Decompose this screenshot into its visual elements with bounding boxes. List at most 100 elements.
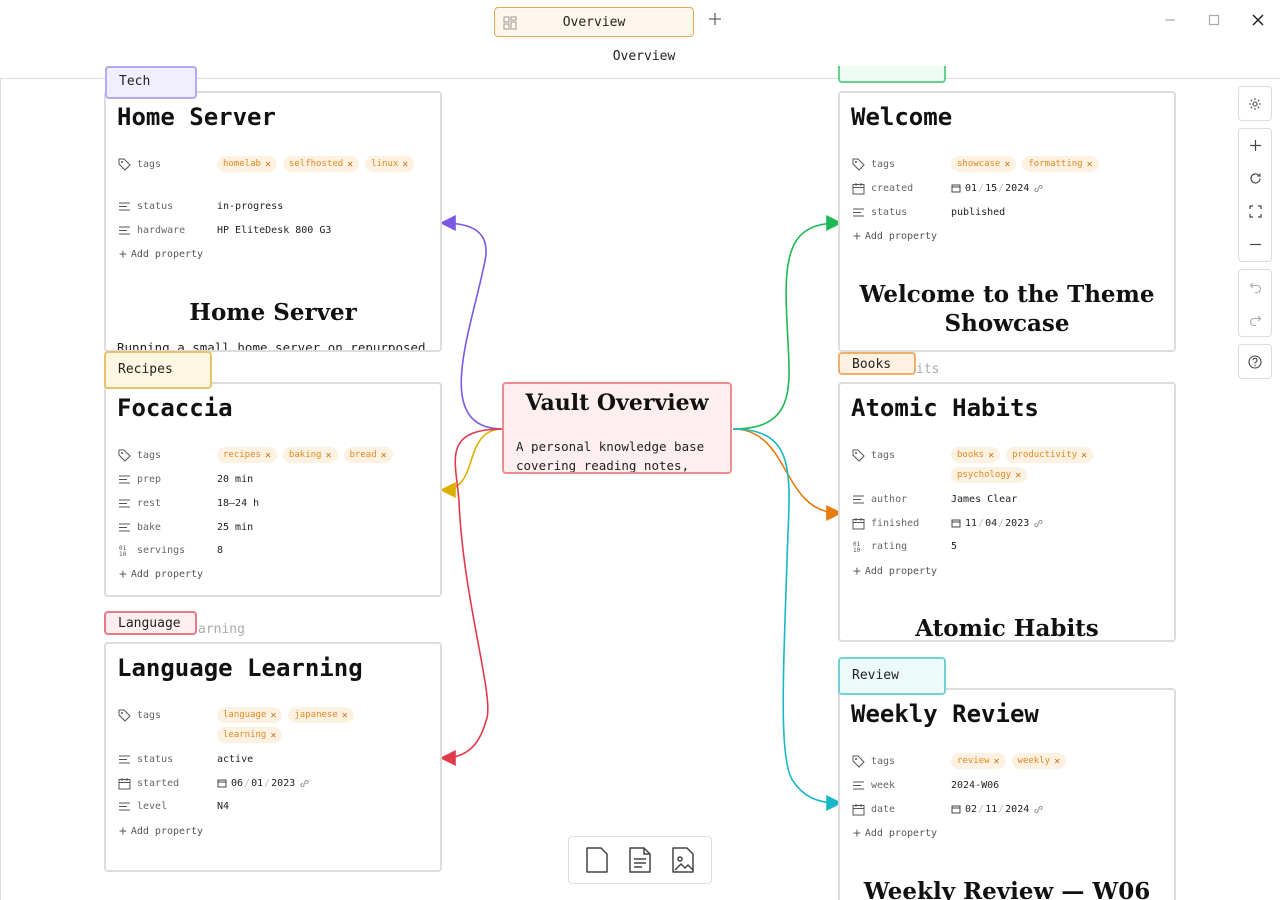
remove-tag-icon[interactable]: ✕ bbox=[265, 159, 271, 170]
card-vault-overview[interactable]: Vault Overview A personal knowledge base… bbox=[502, 382, 732, 474]
tag-chip[interactable]: showcase ✕ bbox=[951, 156, 1017, 172]
prop-value[interactable]: in-progress bbox=[217, 201, 283, 212]
edge-focaccia[interactable] bbox=[439, 428, 504, 498]
prop-value[interactable]: 2024-W06 bbox=[951, 780, 999, 791]
reset-zoom-button[interactable] bbox=[1239, 162, 1271, 195]
redo-button[interactable] bbox=[1239, 303, 1271, 336]
card-welcome[interactable]: Welcome tags showcase ✕ formatting ✕ creat… bbox=[838, 91, 1176, 352]
prop-value[interactable]: James Clear bbox=[951, 494, 1017, 505]
plus-icon: + bbox=[853, 826, 861, 841]
card-language-learning[interactable]: Language Learning tags language ✕ japanes… bbox=[104, 642, 442, 872]
prop-value[interactable]: active bbox=[217, 754, 253, 765]
tag-chip[interactable]: formatting ✕ bbox=[1022, 156, 1099, 172]
tag-chip[interactable]: weekly ✕ bbox=[1011, 753, 1067, 769]
new-tab-button[interactable] bbox=[704, 8, 726, 30]
tag-chip[interactable]: language ✕ bbox=[217, 707, 283, 723]
remove-tag-icon[interactable]: ✕ bbox=[347, 159, 353, 170]
card-home-server[interactable]: Home Server tags homelab ✕ selfhosted ✕ li… bbox=[104, 91, 442, 352]
add-property-button[interactable]: + Add property bbox=[853, 826, 937, 841]
edge-language[interactable] bbox=[439, 428, 504, 766]
group-label-language[interactable]: Language bbox=[104, 611, 197, 635]
edge-weekly[interactable] bbox=[732, 428, 843, 811]
tag-chip[interactable]: homelab ✕ bbox=[217, 156, 277, 172]
date-value[interactable]: 01/15/2024 bbox=[951, 183, 1044, 194]
group-label-recipes[interactable]: Recipes bbox=[104, 351, 212, 389]
remove-tag-icon[interactable]: ✕ bbox=[265, 450, 271, 461]
remove-tag-icon[interactable]: ✕ bbox=[270, 730, 276, 741]
tag-chip[interactable]: selfhosted ✕ bbox=[282, 156, 360, 172]
zoom-in-button[interactable] bbox=[1239, 129, 1271, 162]
remove-tag-icon[interactable]: ✕ bbox=[988, 450, 994, 461]
card-weekly-review[interactable]: Weekly Review tags review ✕ weekly ✕ week … bbox=[838, 688, 1176, 900]
group-label-welcome-edge[interactable] bbox=[838, 66, 946, 83]
add-property-button[interactable]: + Add property bbox=[119, 247, 203, 262]
add-property-button[interactable]: + Add property bbox=[119, 824, 203, 839]
remove-tag-icon[interactable]: ✕ bbox=[1004, 159, 1010, 170]
minimize-button[interactable] bbox=[1160, 10, 1180, 30]
group-label-tech-overlay[interactable]: Tech bbox=[105, 66, 197, 99]
tag-chip[interactable]: learning ✕ bbox=[217, 727, 283, 743]
tag-chip[interactable]: recipes ✕ bbox=[217, 447, 277, 463]
link-icon[interactable] bbox=[1033, 183, 1044, 194]
help-button[interactable] bbox=[1239, 345, 1271, 378]
remove-tag-icon[interactable]: ✕ bbox=[325, 450, 331, 461]
maximize-button[interactable] bbox=[1204, 10, 1224, 30]
tag-chip[interactable]: japanese ✕ bbox=[288, 707, 354, 723]
add-card-button[interactable] bbox=[579, 842, 615, 878]
remove-tag-icon[interactable]: ✕ bbox=[381, 450, 387, 461]
remove-tag-icon[interactable]: ✕ bbox=[1087, 159, 1093, 170]
prop-value[interactable]: 20 min bbox=[217, 474, 253, 485]
edge-welcome[interactable] bbox=[732, 215, 843, 430]
settings-button[interactable] bbox=[1239, 87, 1271, 120]
edge-atomic[interactable] bbox=[732, 428, 843, 521]
prop-value[interactable]: published bbox=[951, 207, 1005, 218]
link-icon[interactable] bbox=[1033, 804, 1044, 815]
link-icon[interactable] bbox=[1033, 518, 1044, 529]
add-media-button[interactable] bbox=[665, 842, 701, 878]
add-property-button[interactable]: + Add property bbox=[853, 229, 937, 244]
tag-chip[interactable]: productivity ✕ bbox=[1006, 447, 1094, 463]
remove-tag-icon[interactable]: ✕ bbox=[402, 159, 408, 170]
tag-chip[interactable]: books ✕ bbox=[951, 447, 1001, 463]
group-label-review[interactable]: Review bbox=[838, 657, 946, 695]
add-note-button[interactable] bbox=[622, 842, 658, 878]
link-icon[interactable] bbox=[299, 778, 310, 789]
prop-value[interactable]: 25 min bbox=[217, 522, 253, 533]
add-property-button[interactable]: + Add property bbox=[119, 567, 203, 582]
date-value[interactable]: 02/11/2024 bbox=[951, 804, 1044, 815]
prop-value[interactable]: 5 bbox=[951, 541, 957, 552]
tag-chip[interactable]: bread ✕ bbox=[343, 447, 393, 463]
remove-tag-icon[interactable]: ✕ bbox=[1015, 470, 1021, 481]
tag-chip[interactable]: review ✕ bbox=[951, 753, 1006, 769]
tag-chip[interactable]: baking ✕ bbox=[282, 447, 338, 463]
text-lines-icon bbox=[117, 472, 131, 486]
prop-value[interactable]: N4 bbox=[217, 801, 229, 812]
close-button[interactable] bbox=[1248, 10, 1268, 30]
remove-tag-icon[interactable]: ✕ bbox=[1081, 450, 1087, 461]
remove-tag-icon[interactable]: ✕ bbox=[1054, 756, 1060, 767]
tab-label: Overview bbox=[562, 14, 626, 30]
card-focaccia[interactable]: Focaccia tags recipes ✕ baking ✕ bread ✕ pr… bbox=[104, 382, 442, 597]
tag-chip[interactable]: linux ✕ bbox=[365, 156, 415, 172]
group-label-books[interactable]: Books bbox=[838, 352, 916, 375]
prop-value[interactable]: HP EliteDesk 800 G3 bbox=[217, 225, 331, 236]
fit-view-button[interactable] bbox=[1239, 195, 1271, 228]
remove-tag-icon[interactable]: ✕ bbox=[270, 710, 276, 721]
tag-chip[interactable]: psychology ✕ bbox=[951, 467, 1028, 483]
add-property-button[interactable]: + Add property bbox=[853, 564, 937, 579]
date-value[interactable]: 11/04/2023 bbox=[951, 518, 1044, 529]
edge-home-server[interactable] bbox=[439, 215, 504, 430]
prop-status: status active bbox=[117, 751, 253, 767]
prop-key: author bbox=[871, 493, 908, 505]
date-month: 06 bbox=[231, 777, 244, 789]
tab-overview[interactable]: Overview bbox=[494, 7, 694, 37]
remove-tag-icon[interactable]: ✕ bbox=[342, 710, 348, 721]
date-value[interactable]: 06/01/2023 bbox=[217, 778, 310, 789]
zoom-out-button[interactable] bbox=[1239, 228, 1271, 261]
undo-button[interactable] bbox=[1239, 270, 1271, 303]
prop-value[interactable]: 8 bbox=[217, 545, 223, 556]
prop-tags: tags review ✕ weekly ✕ bbox=[851, 753, 1072, 769]
remove-tag-icon[interactable]: ✕ bbox=[994, 756, 1000, 767]
prop-value[interactable]: 18–24 h bbox=[217, 498, 259, 509]
card-atomic-habits[interactable]: Atomic Habits tags books ✕ productivity ✕ … bbox=[838, 382, 1176, 642]
